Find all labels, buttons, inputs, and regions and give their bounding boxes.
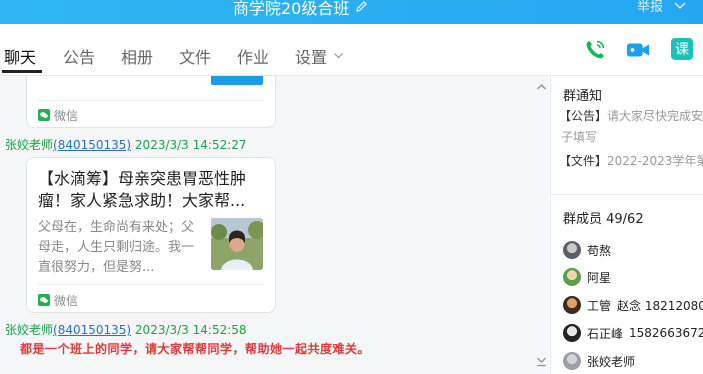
card-divider [38, 284, 264, 285]
card-title: 【水滴筹】母亲突患胃恶性肿瘤！家人紧急求助！大家帮... [38, 169, 247, 210]
video-camera-icon [626, 43, 650, 57]
card-source: 微信 [38, 106, 78, 125]
shared-card-partial[interactable]: 微信 [26, 76, 276, 128]
title-group: 商学院20级合班 [233, 0, 368, 19]
avatar [563, 352, 581, 370]
tab-files[interactable]: 文件 [179, 44, 211, 68]
notice-item[interactable]: 【文件】2022-2023学年第 [559, 152, 703, 169]
message-text: 都是一个班上的同学，请大家帮帮同学，帮助她一起共度难关。 [20, 342, 371, 356]
report-group: 举报 [637, 0, 687, 15]
group-notice-title: 群通知 [563, 89, 603, 104]
chat-area[interactable]: 微信 张姣老师(840150135) 2023/3/3 14:52:27 【水滴… [0, 76, 549, 374]
video-call-button[interactable] [626, 38, 650, 62]
class-button[interactable]: 课 [671, 38, 693, 60]
voice-call-button[interactable] [583, 38, 607, 62]
message-time: 2023/3/3 14:52:27 [134, 138, 247, 152]
sender-name[interactable]: 张姣老师 [5, 138, 53, 152]
sender-name[interactable]: 张姣老师 [5, 323, 53, 337]
member-extra: 赵念 182120808 [617, 298, 703, 313]
avatar [563, 296, 581, 314]
side-panel: 群通知 【公告】请大家尽快完成安全 子填写 【文件】2022-2023学年第 群… [550, 76, 703, 374]
tab-announcements[interactable]: 公告 [63, 44, 95, 68]
notice-item-continued: 子填写 [561, 128, 597, 145]
card-source: 微信 [38, 291, 78, 310]
card-button-partial [211, 76, 263, 85]
wechat-icon [38, 291, 50, 310]
chevron-down-icon[interactable] [673, 0, 687, 15]
tab-album[interactable]: 相册 [121, 44, 153, 68]
tab-homework[interactable]: 作业 [237, 44, 269, 68]
report-link[interactable]: 举报 [637, 0, 663, 15]
section-divider [551, 194, 703, 195]
member-name: 工管 [587, 298, 612, 313]
edit-icon[interactable] [355, 0, 368, 17]
member-name: 阿星 [587, 270, 612, 285]
card-source-label: 微信 [54, 294, 79, 308]
card-thumbnail [211, 218, 263, 270]
notice-text: 2022-2023学年第 [607, 154, 703, 168]
member-item[interactable]: 石正峰 15826636720 [563, 324, 703, 342]
avatar [563, 268, 581, 286]
message-header: 张姣老师(840150135) 2023/3/3 14:52:58 [5, 321, 247, 338]
card-description: 父母在，生命尚有来处；父母走，人生只剩归途。我一直很努力，但是努... [38, 220, 195, 275]
tab-settings[interactable]: 设置 [295, 44, 327, 68]
member-name: 张姣老师 [587, 354, 636, 369]
sender-qq[interactable]: (840150135) [53, 323, 131, 337]
title-bar: 商学院20级合班 举报 [0, 0, 703, 24]
members-title: 群成员 49/62 [563, 212, 644, 227]
card-source-label: 微信 [54, 109, 79, 123]
notice-tag: 【公告】 [559, 109, 608, 123]
notice-item[interactable]: 【公告】请大家尽快完成安全 [559, 107, 703, 124]
message-header: 张姣老师(840150135) 2023/3/3 14:52:27 [5, 136, 247, 153]
member-extra: 15826636720 [629, 326, 703, 340]
phone-icon [586, 40, 605, 59]
class-label: 课 [675, 42, 689, 58]
group-title: 商学院20级合班 [233, 0, 350, 18]
expand-icon[interactable] [536, 352, 547, 371]
active-tab-indicator [2, 70, 42, 73]
notice-tag: 【文件】 [559, 154, 608, 168]
notice-text: 请大家尽快完成安全 [607, 109, 703, 123]
wechat-icon [38, 106, 50, 125]
member-name: 石正峰 [587, 326, 624, 341]
shared-card[interactable]: 【水滴筹】母亲突患胃恶性肿瘤！家人紧急求助！大家帮... 父母在，生命尚有来处；… [26, 157, 276, 313]
sender-qq[interactable]: (840150135) [53, 138, 131, 152]
tab-bar: 聊天 公告 相册 文件 作业 设置 课 [0, 24, 703, 76]
tab-chat[interactable]: 聊天 [4, 44, 36, 68]
message-time: 2023/3/3 14:52:58 [134, 323, 247, 337]
member-name: 苟熬 [587, 243, 612, 258]
avatar [563, 324, 581, 342]
member-item[interactable]: 阿星 [563, 268, 611, 286]
member-item[interactable]: 工管 赵念 182120808 [563, 296, 703, 314]
card-divider [38, 100, 264, 101]
notice-text-continued: 子填写 [561, 130, 598, 144]
collapse-icon[interactable] [536, 76, 547, 95]
member-item[interactable]: 苟熬 [563, 241, 611, 259]
settings-chevron-icon[interactable] [333, 46, 344, 65]
avatar [563, 241, 581, 259]
member-item[interactable]: 张姣老师 [563, 352, 635, 370]
